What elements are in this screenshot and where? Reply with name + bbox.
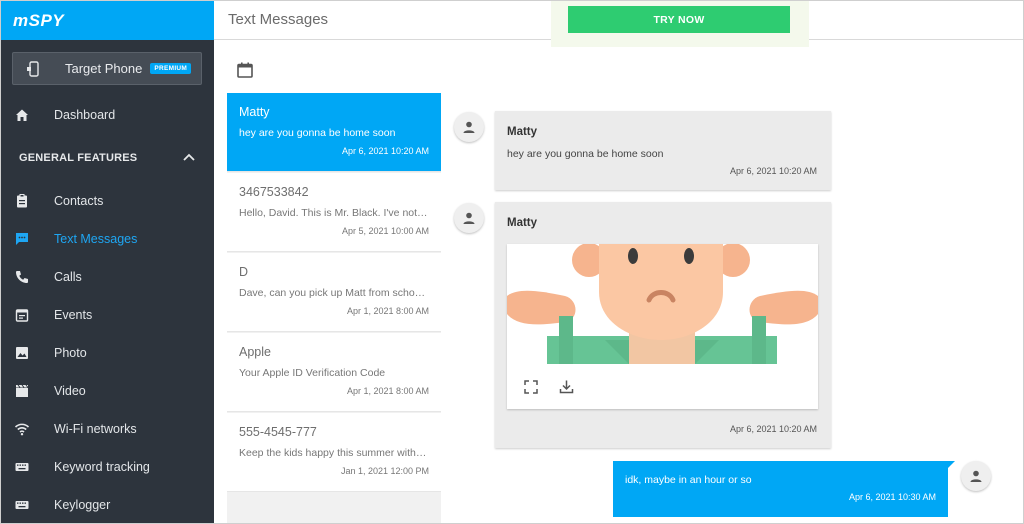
thread-time: Apr 6, 2021 10:20 AM [341,146,429,156]
logo-bar: mSPY [1,1,214,40]
sidebar-item-keyword-tracking[interactable]: Keyword tracking [1,448,214,486]
thread-snippet: hey are you gonna be home soon [239,127,396,139]
sidebar-item-text-messages[interactable]: Text Messages [1,220,214,258]
user-avatar [961,461,991,491]
sidebar-item-label: Dashboard [54,108,116,122]
expand-icon[interactable] [524,380,538,399]
mspy-logo[interactable]: mSPY [13,11,64,31]
thread-time: Apr 1, 2021 8:00 AM [346,386,429,396]
sidebar: mSPY Target Phone PREMIUM Dashboard GENE… [1,1,214,523]
bubble-tail [947,461,955,469]
clipboard-icon [2,193,42,209]
sidebar-item-dashboard[interactable]: Dashboard [1,96,214,134]
thread-name: Matty [239,105,270,119]
page-title: Text Messages [228,11,329,28]
shrug-illustration [507,244,818,364]
thread-item-matty[interactable]: Matty hey are you gonna be home soon Apr… [227,93,441,172]
message-text: idk, maybe in an hour or so [625,474,752,486]
thread-item[interactable]: 3467533842 Hello, David. This is Mr. Bla… [227,173,441,252]
home-icon [2,107,42,123]
chat-icon [2,231,42,247]
sidebar-item-label: Video [54,384,86,398]
top-header: Text Messages TRY NOW [214,1,1023,47]
target-phone-selector[interactable]: Target Phone PREMIUM [12,52,202,85]
thread-list: Matty hey are you gonna be home soon Apr… [227,93,441,523]
sidebar-item-events[interactable]: Events [1,296,214,334]
outgoing-message: idk, maybe in an hour or so Apr 6, 2021 … [613,461,948,517]
film-icon [2,383,42,399]
person-icon [463,212,475,224]
sidebar-item-label: Text Messages [54,232,138,246]
phone-icon [2,269,42,285]
thread-name: 3467533842 [239,185,309,199]
chevron-up-icon [183,152,195,164]
general-features-section[interactable]: GENERAL FEATURES [19,152,195,164]
thread-snippet: Your Apple ID Verification Code [239,367,386,379]
person-icon [463,121,475,133]
thread-snippet: Keep the kids happy this summer with our… [239,447,429,459]
message-time: Apr 6, 2021 10:30 AM [848,492,936,502]
wifi-icon [2,421,42,437]
sidebar-item-calls[interactable]: Calls [1,258,214,296]
thread-time: Apr 1, 2021 8:00 AM [346,306,429,316]
try-now-button[interactable]: TRY NOW [568,6,790,33]
thread-snippet: Dave, can you pick up Matt from school t… [239,287,429,299]
sidebar-item-label: Wi-Fi networks [54,422,137,436]
incoming-message: Matty hey are you gonna be home soon Apr… [495,111,831,190]
contact-avatar [454,203,484,233]
keyboard-icon [2,497,42,513]
message-sender: Matty [507,217,538,229]
sidebar-item-label: Contacts [54,194,104,208]
keyboard-icon [2,459,42,475]
target-phone-label: Target Phone [65,61,143,76]
sidebar-item-photo[interactable]: Photo [1,334,214,372]
sidebar-item-contacts[interactable]: Contacts [1,182,214,220]
message-sender: Matty [507,126,538,138]
sidebar-item-label: Calls [54,270,82,284]
thread-snippet: Hello, David. This is Mr. Black. I've no… [239,207,429,219]
app-frame: mSPY Target Phone PREMIUM Dashboard GENE… [0,0,1024,524]
contact-avatar [454,112,484,142]
sidebar-item-label: Keylogger [54,498,111,512]
incoming-image-message: Matty Apr 6, 2021 10:20 AM [495,202,831,448]
calendar-list-icon [2,307,42,323]
download-icon[interactable] [559,379,574,399]
image-icon [2,345,42,361]
thread-time: Apr 5, 2021 10:00 AM [341,226,429,236]
image-attachment[interactable] [507,244,818,409]
thread-item[interactable]: D Dave, can you pick up Matt from school… [227,253,441,332]
calendar-icon[interactable] [236,61,254,84]
person-icon [970,470,982,482]
sidebar-item-label: Photo [54,346,87,360]
thread-name: D [239,265,249,279]
section-title: GENERAL FEATURES [19,152,138,164]
message-text: hey are you gonna be home soon [507,148,664,160]
thread-item[interactable]: Apple Your Apple ID Verification Code Ap… [227,333,441,412]
sidebar-item-label: Events [54,308,93,322]
thread-name: 555-4545-777 [239,425,317,439]
sidebar-item-wifi-networks[interactable]: Wi-Fi networks [1,410,214,448]
message-time: Apr 6, 2021 10:20 AM [729,424,817,434]
sidebar-item-label: Keyword tracking [54,460,150,474]
thread-name: Apple [239,345,271,359]
thread-item[interactable]: 555-4545-777 Keep the kids happy this su… [227,413,441,492]
message-time: Apr 6, 2021 10:20 AM [729,166,817,176]
phone-settings-icon [13,60,53,77]
premium-badge: PREMIUM [150,63,192,74]
sidebar-item-keylogger[interactable]: Keylogger [1,486,214,523]
thread-time: Jan 1, 2021 12:00 PM [340,466,429,476]
try-now-banner: TRY NOW [551,1,809,47]
sidebar-item-video[interactable]: Video [1,372,214,410]
